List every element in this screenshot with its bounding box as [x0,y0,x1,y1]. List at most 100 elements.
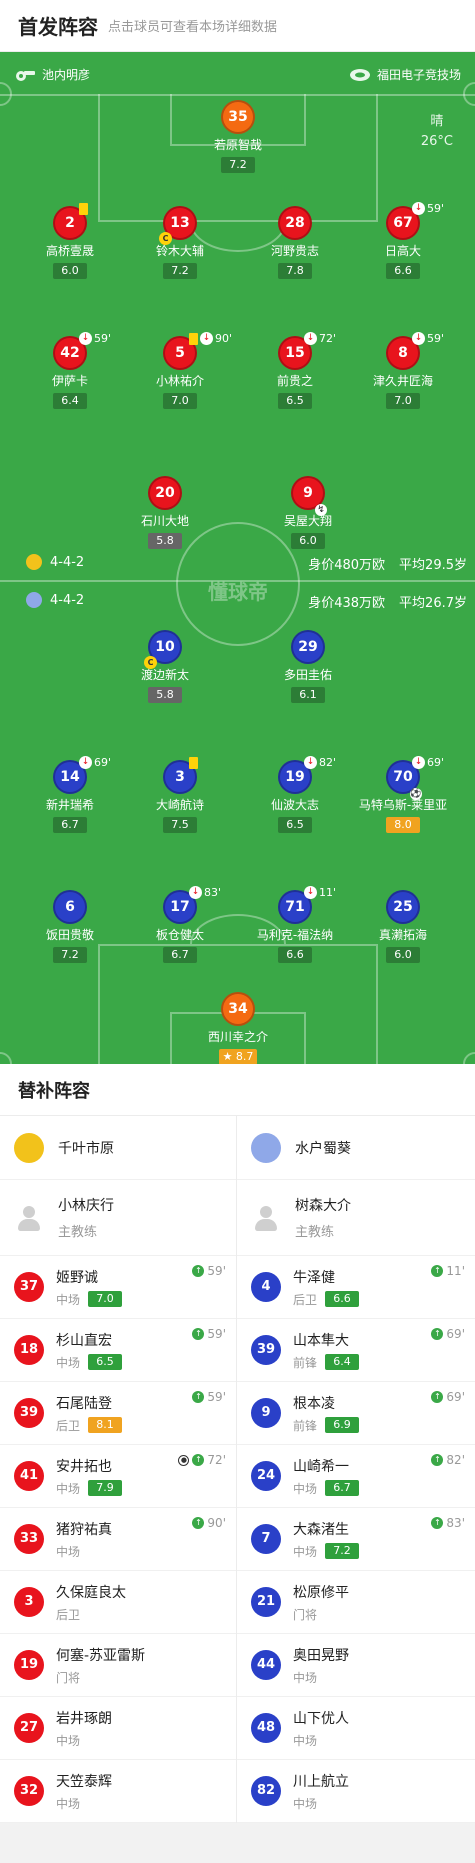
player-card[interactable]: 67 ↓ 59' 日高大 6.6 [348,202,458,279]
player-name: 饭田贵敬 [45,928,94,942]
yellow-card-icon [189,757,198,769]
player-card[interactable]: 20 石川大地 5.8 [110,476,220,549]
away-value: 身价438万欧 [308,596,386,611]
player-card[interactable]: 19 ↓ 82' 仙波大志 6.5 [240,756,350,833]
player-name: 若原智哉 [213,138,262,152]
player-card[interactable]: 2 高桥壹晟 6.0 [15,203,125,279]
sub-player-row[interactable]: 3 久保庭良太 后卫 [0,1571,236,1634]
sub-player-row[interactable]: 41 安井拓也 中场 7.9 ● ↑ 72' [0,1445,236,1508]
sub-position: 前锋 [293,1355,318,1370]
player-card[interactable]: 25 真濑拓海 6.0 [348,890,458,963]
sub-out-icon: ↓ [412,756,425,769]
player-card[interactable]: 5 ↓ 90' 小林祐介 7.0 [125,332,235,409]
sub-player-row[interactable]: 44 奥田晃野 中场 [237,1634,475,1697]
sub-out-marker: ↓ 72' [304,332,336,345]
sub-out-marker: ↓ 83' [189,886,221,899]
sub-name: 川上航立 [293,1773,349,1790]
away-formation-row: 4-4-2 身价438万欧 平均26.7岁 [0,592,475,614]
sub-rating: 7.0 [88,1291,123,1307]
player-name: 西川幸之介 [207,1030,268,1044]
player-card[interactable]: 71 ↓ 11' 马利克-福法纳 6.6 [240,886,350,963]
coach-row[interactable]: 树森大介 主教练 [237,1180,475,1256]
captain-icon: C [159,232,172,245]
sub-out-icon: ↓ [79,756,92,769]
sub-player-row[interactable]: 48 山下优人 中场 [237,1697,475,1760]
sub-player-row[interactable]: 4 牛泽健 后卫 6.6 ↑ 11' [237,1256,475,1319]
player-rating: 7.2 [53,947,87,963]
coach-row[interactable]: 小林庆行 主教练 [0,1180,236,1256]
sub-out-marker: ↓ 59' [79,332,111,345]
player-card[interactable]: 9 ↯ 吴屋大翔 6.0 [253,476,363,549]
home-formation-row: 4-4-2 身价480万欧 平均29.5岁 [0,554,475,576]
home-team-crest-icon [14,1132,44,1163]
player-card[interactable]: 42 ↓ 59' 伊萨卡 6.4 [15,332,125,409]
player-card[interactable]: 35 若原智哉 7.2 [183,100,293,173]
sub-player-row[interactable]: 82 川上航立 中场 [237,1760,475,1823]
sub-minute: 69' [94,756,112,769]
sub-out-icon: ↓ [79,332,92,345]
coach-role: 主教练 [58,1225,98,1240]
player-card[interactable]: 14 ↓ 69' 新井瑞希 6.7 [15,756,125,833]
weather-condition: 晴 [430,114,444,129]
player-rating: 5.8 [148,687,182,703]
player-card[interactable]: 34 西川幸之介 ★ 8.7 [183,992,293,1064]
player-rating: 7.0 [386,393,420,409]
home-team-row[interactable]: 千叶市原 [0,1116,236,1180]
sub-rating: 7.9 [88,1480,123,1496]
sub-position: 中场 [56,1481,81,1496]
avatar-icon [14,1203,44,1233]
sub-player-row[interactable]: 39 山本隼大 前锋 6.4 ↑ 69' [237,1319,475,1382]
sub-position: 后卫 [56,1418,81,1433]
player-rating: 6.0 [291,533,325,549]
page-hint: 点击球员可查看本场详细数据 [108,20,278,35]
player-card[interactable]: 6 饭田贵敬 7.2 [15,890,125,963]
sub-out-icon: ↓ [304,886,317,899]
sub-player-row[interactable]: 24 山崎希一 中场 6.7 ↑ 82' [237,1445,475,1508]
sub-minute: 59' [427,202,445,215]
sub-player-row[interactable]: 9 根本凌 前锋 6.9 ↑ 69' [237,1382,475,1445]
sub-in-icon: ↑ [192,1265,205,1277]
sub-player-row[interactable]: 21 松原修平 门将 [237,1571,475,1634]
away-age: 平均26.7岁 [399,596,467,611]
sub-player-row[interactable]: 33 猪狩祐真 中场 ↑ 90' [0,1508,236,1571]
sub-rating: 6.7 [325,1480,360,1496]
sub-in-icon: ↑ [431,1454,444,1466]
sub-player-row[interactable]: 37 姬野诚 中场 7.0 ↑ 59' [0,1256,236,1319]
sub-in-time: ↑ 59' [192,1327,226,1341]
lineup-page: 首发阵容 点击球员可查看本场详细数据 懂球帝 池内明彦 福田电子竞技场 晴 26… [0,0,475,1863]
sub-in-minute: 83' [446,1516,465,1530]
stadium: 福田电子竞技场 [349,66,461,83]
sub-in-icon: ↑ [192,1391,205,1403]
player-card[interactable]: 8 ↓ 59' 津久井匠海 7.0 [348,332,458,409]
player-name: 河野贵志 [270,244,319,258]
player-card[interactable]: 15 ↓ 72' 前贵之 6.5 [240,332,350,409]
sub-player-row[interactable]: 18 杉山直宏 中场 6.5 ↑ 59' [0,1319,236,1382]
sub-player-row[interactable]: 7 大森渚生 中场 7.2 ↑ 83' [237,1508,475,1571]
sub-minute: 59' [94,332,112,345]
sub-player-row[interactable]: 19 何塞-苏亚雷斯 门将 [0,1634,236,1697]
away-subs-column: 水户蜀葵 树森大介 主教练 4 牛泽健 后卫 6.6 ↑ 11' 39 山本隼大 前锋 6.… [237,1116,475,1823]
sub-out-marker: ↓ 11' [304,886,336,899]
away-formation: 4-4-2 [50,592,85,608]
sub-out-icon: ↓ [412,202,425,215]
sub-player-row[interactable]: 32 天笠泰辉 中场 [0,1760,236,1823]
away-team-row[interactable]: 水户蜀葵 [237,1116,475,1180]
sub-out-icon: ↓ [412,332,425,345]
sub-number: 44 [251,1650,281,1680]
sub-number: 24 [251,1461,281,1491]
player-number: 20 [148,476,182,510]
player-card[interactable]: 10 C 渡边新太 5.8 [110,630,220,703]
away-crest-icon [26,592,42,608]
sub-number: 33 [14,1524,44,1554]
player-card[interactable]: 29 多田圭佑 6.1 [253,630,363,703]
player-rating: 7.8 [278,263,312,279]
sub-position: 中场 [293,1796,318,1811]
sub-player-row[interactable]: 27 岩井琢朗 中场 [0,1697,236,1760]
player-card[interactable]: 70 ↓ 69' ⚽ 马特乌斯-莱里亚 8.0 [348,756,458,833]
player-card[interactable]: 13 C 铃木大辅 7.2 [125,206,235,279]
sub-player-row[interactable]: 39 石尾陆登 后卫 8.1 ↑ 59' [0,1382,236,1445]
player-card[interactable]: 28 河野贵志 7.8 [240,206,350,279]
sub-name: 山本隼大 [293,1332,349,1349]
player-card[interactable]: 3 大崎航诗 7.5 [125,757,235,833]
player-card[interactable]: 17 ↓ 83' 板仓健太 6.7 [125,886,235,963]
